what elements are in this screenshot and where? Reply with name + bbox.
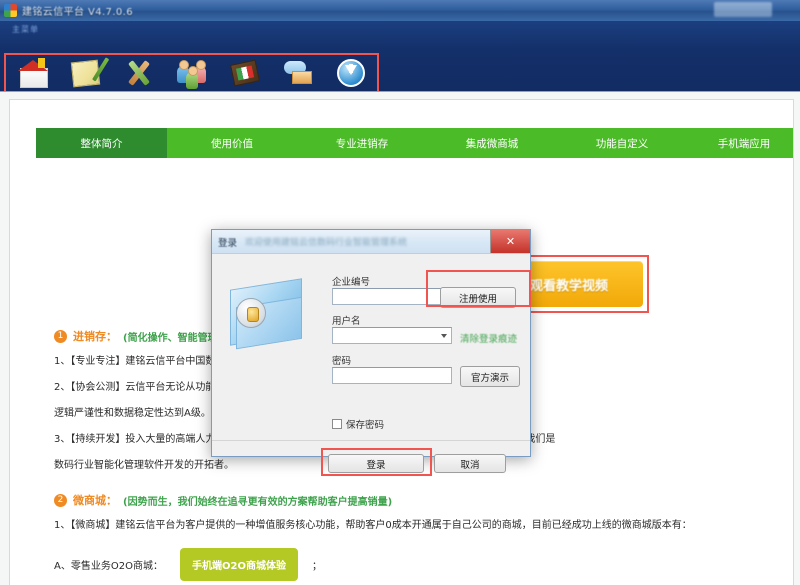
- message-icon: [282, 57, 314, 89]
- cancel-button[interactable]: 取消: [434, 454, 506, 473]
- nav-tab-customize[interactable]: 功能自定义: [557, 128, 687, 158]
- dialog-title-bar: 登录 欢迎使用建铭云信数码行业智能管理系统 ✕: [212, 230, 530, 254]
- section-number: 2: [54, 493, 67, 507]
- section-number: 1: [54, 329, 67, 343]
- section-navbar: 整体简介 使用价值 专业进销存 集成微商城 功能自定义 手机端应用: [36, 128, 793, 158]
- save-password-checkbox[interactable]: [332, 419, 342, 429]
- mobile-o2o-mall-button[interactable]: 手机端O2O商城体验: [180, 548, 298, 581]
- save-password-label: 保存密码: [346, 420, 385, 431]
- school-icon: [229, 57, 261, 89]
- window-title: 建铭云信平台 V4.7.0.6: [22, 7, 134, 18]
- app-logo-icon: [4, 4, 17, 17]
- company-id-label: 企业编号: [332, 277, 371, 288]
- close-icon[interactable]: ✕: [490, 230, 530, 253]
- dialog-body: 企业编号 注册使用 用户名 清除登录痕迹 密码 官方演示 保存密码 登录 取消: [212, 254, 531, 476]
- username-input[interactable]: [332, 327, 452, 344]
- login-dialog: 登录 欢迎使用建铭云信数码行业智能管理系统 ✕ 企业编号 注册使用 用户名 清除…: [211, 229, 531, 476]
- chevron-down-icon[interactable]: [441, 334, 447, 338]
- nav-tab-inventory[interactable]: 专业进销存: [297, 128, 427, 158]
- dialog-title-banner: 欢迎使用建铭云信数码行业智能管理系统: [245, 238, 408, 248]
- section-subtitle: (简化操作、智能管理): [123, 332, 223, 344]
- documents-icon: [70, 57, 109, 89]
- users-icon: [176, 57, 208, 89]
- titlebar-ghost-button[interactable]: [714, 2, 772, 17]
- login-highlight-box: [321, 448, 432, 476]
- menu-panel-label: 主菜单: [12, 25, 39, 34]
- section-title: 进销存：: [73, 330, 117, 343]
- section-2-heading: 2 微商城： (因势而生，我们始终在追寻更有效的方案帮助客户提高销量): [54, 492, 779, 508]
- section-subtitle: (因势而生，我们始终在追寻更有效的方案帮助客户提高销量): [123, 496, 393, 508]
- password-input[interactable]: [332, 367, 452, 384]
- dialog-title: 登录: [218, 237, 238, 249]
- section-title: 微商城：: [73, 494, 117, 507]
- lock-book-icon: [226, 276, 310, 356]
- nav-tab-mall[interactable]: 集成微商城: [427, 128, 557, 158]
- save-password-row[interactable]: 保存密码: [332, 417, 384, 431]
- clear-login-history-link[interactable]: 清除登录痕迹: [460, 331, 517, 345]
- main-menu-panel: 主菜单 我的电脑 进销存 自定义OA 用户权限: [0, 21, 800, 111]
- dialog-divider: [212, 440, 530, 441]
- register-highlight-box: [426, 270, 531, 307]
- nav-tab-value[interactable]: 使用价值: [167, 128, 297, 158]
- shop-row-o2o: A、零售业务O2O商城： 手机端O2O商城体验 ；: [54, 548, 779, 581]
- nav-tab-overview[interactable]: 整体简介: [36, 128, 167, 158]
- os-title-bar: 建铭云信平台 V4.7.0.6: [0, 0, 800, 21]
- nav-tab-mobile-app[interactable]: 手机端应用: [687, 128, 793, 158]
- tools-icon: [123, 57, 155, 89]
- password-label: 密码: [332, 356, 352, 367]
- paragraph: 1、【微商城】建铭云信平台为客户提供的一种增值服务核心功能，帮助客户0成本开通属…: [54, 520, 692, 531]
- row-suffix: ；: [311, 561, 322, 572]
- official-demo-button[interactable]: 官方演示: [460, 366, 520, 387]
- username-label: 用户名: [332, 316, 361, 327]
- download-circle-icon: [335, 57, 367, 89]
- home-icon: [17, 57, 49, 89]
- shop-row-label: A、零售业务O2O商城：: [54, 561, 163, 572]
